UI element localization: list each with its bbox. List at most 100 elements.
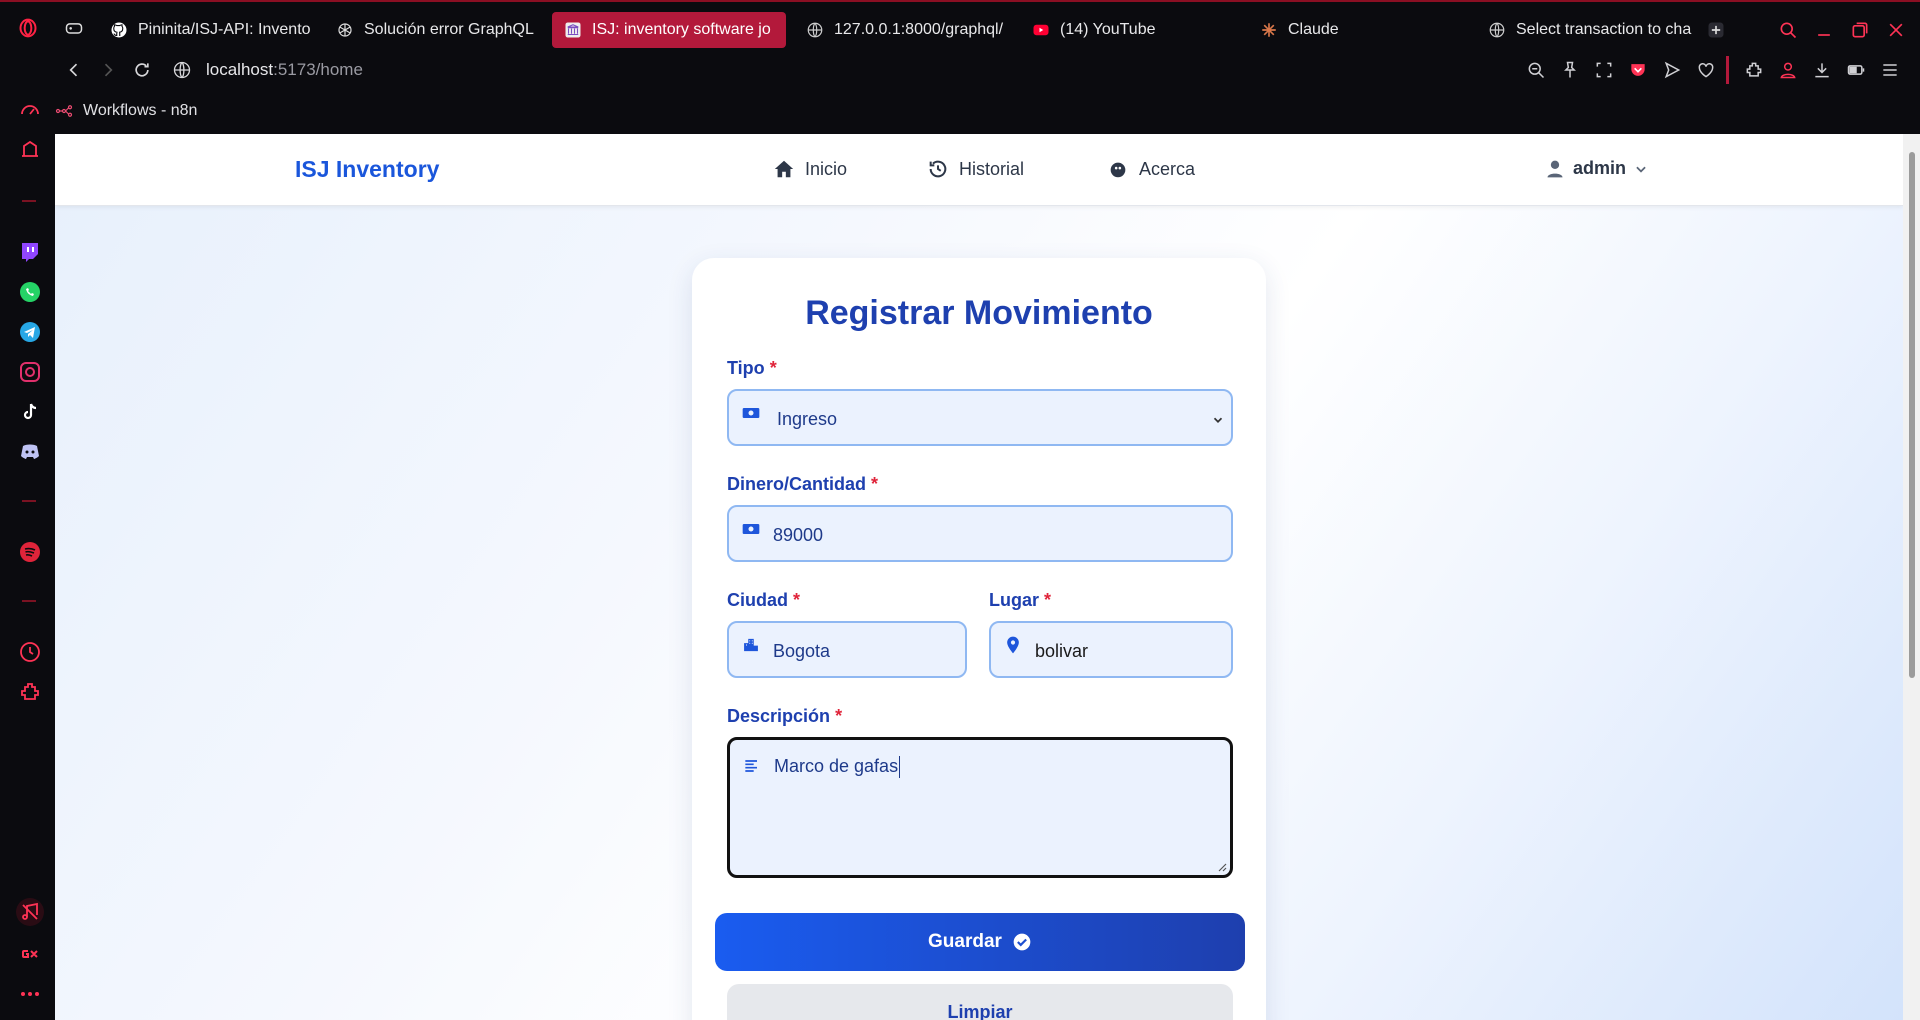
tab-label: Select transaction to cha (1516, 21, 1692, 38)
bank-icon (564, 21, 582, 39)
tab-label: Pininita/ISJ-API: Invento (138, 21, 311, 38)
dinero-value: 89000 (773, 525, 824, 545)
city-buildings-icon (741, 635, 761, 655)
spotify-icon[interactable] (16, 538, 44, 566)
pocket-icon[interactable] (1626, 58, 1650, 82)
reload-icon[interactable] (130, 58, 154, 82)
nav-label: Inicio (805, 158, 848, 179)
sidebar-divider (22, 600, 36, 602)
extensions-icon[interactable] (1742, 58, 1766, 82)
discord-icon[interactable] (16, 438, 44, 466)
openai-icon (336, 21, 354, 39)
app-header: ISJ Inventory Inicio Historial Acerca ad… (55, 134, 1903, 206)
claude-icon (1260, 21, 1278, 39)
gx-corner-icon[interactable] (16, 940, 44, 968)
pin-icon[interactable] (1558, 58, 1582, 82)
sidebar-divider (22, 500, 36, 502)
easy-setup-menu-icon[interactable] (1878, 58, 1902, 82)
address-bar[interactable]: localhost:5173/home (206, 58, 363, 82)
tab-label: 127.0.0.1:8000/graphql/ (834, 21, 1004, 38)
extensions-puzzle-icon[interactable] (16, 678, 44, 706)
snapshot-icon[interactable] (1592, 58, 1616, 82)
github-icon (110, 21, 128, 39)
tiktok-icon[interactable] (16, 398, 44, 426)
user-icon (1547, 160, 1563, 177)
tab-youtube[interactable]: (14) YouTube (1020, 12, 1240, 48)
tab-label: ISJ: inventory software jo (592, 21, 771, 38)
lugar-value: bolivar (1035, 641, 1089, 661)
globe-icon (1488, 21, 1506, 39)
opera-logo-icon[interactable] (16, 16, 40, 40)
nav-historial[interactable]: Historial (927, 158, 1024, 180)
nav-inicio[interactable]: Inicio (773, 158, 847, 180)
tab-claude[interactable]: Claude (1248, 12, 1468, 48)
music-player-icon[interactable] (16, 898, 44, 926)
site-globe-icon[interactable] (170, 58, 194, 82)
brand-logo[interactable]: ISJ Inventory (295, 156, 439, 183)
page-content: ISJ Inventory Inicio Historial Acerca ad… (55, 134, 1903, 1020)
chevron-down-icon (1211, 411, 1225, 425)
clear-button[interactable]: Limpiar (727, 984, 1233, 1020)
chevron-down-icon (1636, 166, 1646, 173)
tab-label: (14) YouTube (1060, 21, 1156, 38)
tipo-value: Ingreso (777, 409, 838, 429)
user-menu[interactable]: admin (1545, 158, 1648, 179)
twitch-icon[interactable] (16, 238, 44, 266)
movement-form-card: Registrar Movimiento Tipo * Ingreso Dine… (692, 258, 1266, 1020)
form-title: Registrar Movimiento (805, 294, 1153, 332)
nav-acerca[interactable]: Acerca (1107, 158, 1195, 180)
nav-label: Historial (959, 158, 1025, 179)
url-path: :5173/home (273, 60, 363, 79)
send-icon[interactable] (1660, 58, 1684, 82)
heart-icon[interactable] (1694, 58, 1718, 82)
more-options-icon[interactable] (16, 980, 44, 1008)
resize-handle-icon[interactable] (1217, 862, 1227, 872)
profile-icon[interactable] (1776, 58, 1800, 82)
check-circle-icon (1013, 933, 1031, 951)
restore-icon[interactable] (1848, 18, 1872, 42)
workspaces-icon[interactable] (16, 136, 44, 164)
dinero-input[interactable]: 89000 (727, 505, 1233, 562)
home-icon (774, 160, 794, 178)
tab-isj-inventory[interactable]: ISJ: inventory software jo (552, 12, 786, 48)
user-name: admin (1573, 158, 1627, 178)
bookmark-label: Workflows - n8n (83, 102, 198, 119)
battery-saver-icon[interactable] (1844, 58, 1868, 82)
speed-dial-icon[interactable] (16, 96, 44, 124)
align-left-icon (742, 756, 762, 776)
back-arrow-icon[interactable] (62, 58, 86, 82)
instagram-icon[interactable] (16, 358, 44, 386)
browser-tab-bar: Pininita/ISJ-API: Invento Solución error… (0, 0, 1920, 56)
tab-graphql[interactable]: 127.0.0.1:8000/graphql/ (794, 12, 1014, 48)
history-icon (929, 160, 947, 178)
new-tab-plus-icon[interactable] (1704, 18, 1728, 42)
minimize-icon[interactable] (1812, 18, 1836, 42)
lugar-label: Lugar * (989, 590, 1052, 610)
lugar-input[interactable]: bolivar (989, 621, 1233, 678)
telegram-icon[interactable] (16, 318, 44, 346)
close-window-icon[interactable] (1884, 18, 1908, 42)
descripcion-textarea[interactable]: Marco de gafas (727, 737, 1233, 878)
save-button[interactable]: Guardar (715, 913, 1245, 971)
forward-arrow-icon[interactable] (96, 58, 120, 82)
tab-github[interactable]: Pininita/ISJ-API: Invento (98, 12, 318, 48)
tab-openai[interactable]: Solución error GraphQL (324, 12, 544, 48)
zoom-out-icon[interactable] (1524, 58, 1548, 82)
youtube-icon (1032, 21, 1050, 39)
scrollbar-thumb[interactable] (1909, 152, 1915, 678)
whatsapp-icon[interactable] (16, 278, 44, 306)
tipo-select[interactable]: Ingreso (727, 389, 1233, 446)
bookmark-n8n[interactable]: Workflows - n8n (55, 98, 197, 124)
tab-label: Claude (1288, 21, 1339, 38)
tab-select-transaction[interactable]: Select transaction to cha (1476, 12, 1696, 48)
search-tabs-icon[interactable] (1776, 18, 1800, 42)
history-clock-icon[interactable] (16, 638, 44, 666)
browser-sidebar (0, 90, 55, 1020)
download-icon[interactable] (1810, 58, 1834, 82)
money-bill-icon (741, 519, 761, 539)
url-host: localhost (206, 60, 274, 79)
dinero-label: Dinero/Cantidad * (727, 474, 879, 494)
ciudad-input[interactable]: Bogota (727, 621, 967, 678)
gamepad-icon[interactable] (62, 16, 86, 40)
sidebar-divider (22, 200, 36, 202)
